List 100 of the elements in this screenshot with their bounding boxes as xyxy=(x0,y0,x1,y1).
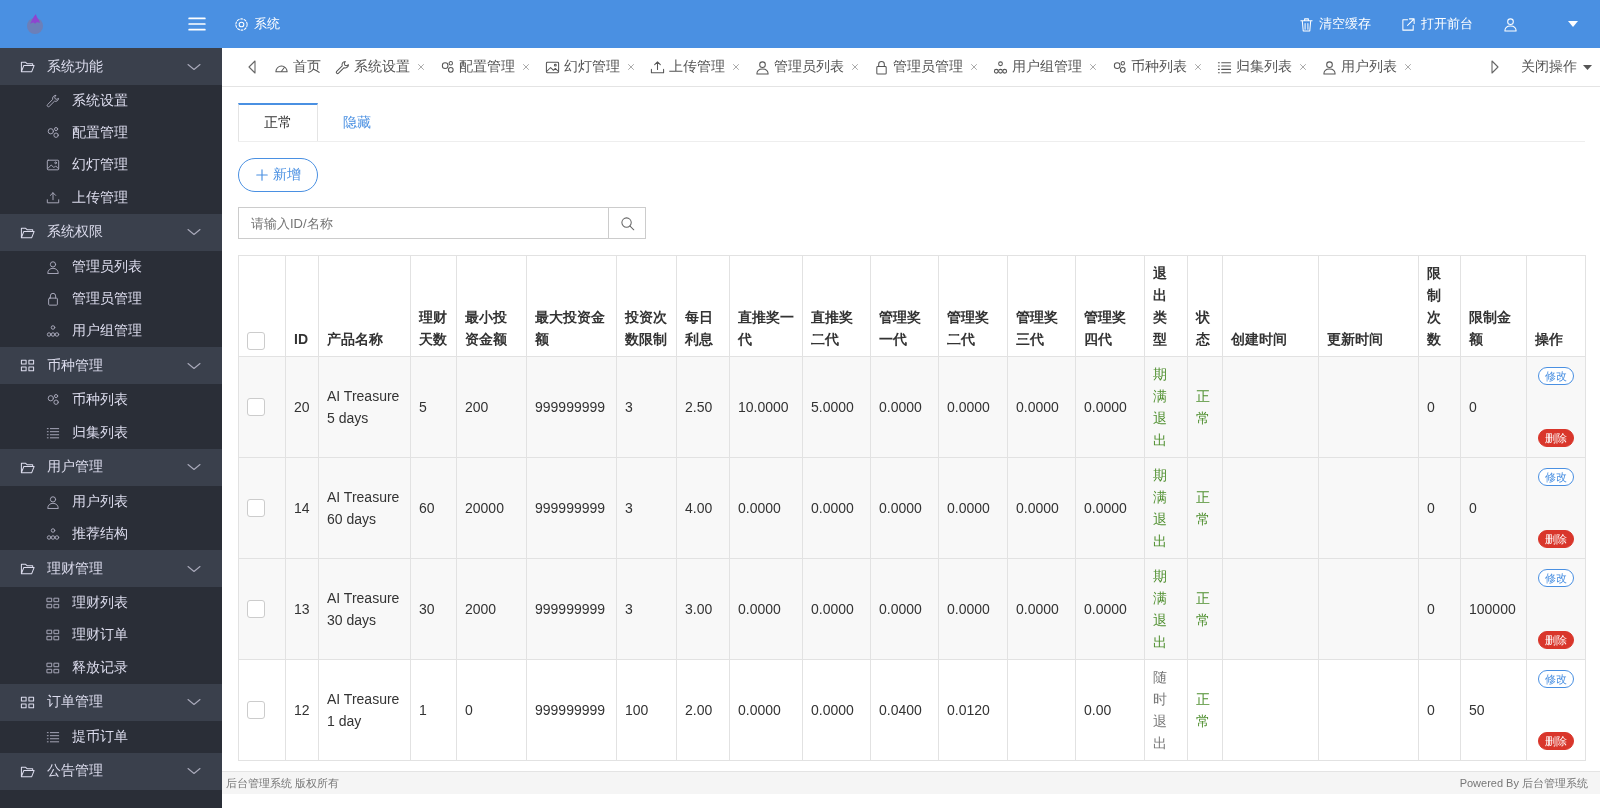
page-tab[interactable]: 系统设置 xyxy=(329,52,432,82)
delete-button[interactable]: 删除 xyxy=(1538,631,1574,649)
page-tab[interactable]: 管理员管理 xyxy=(868,52,985,82)
hierarchy-icon xyxy=(993,59,1008,75)
table-cell: 0.0000 xyxy=(947,399,990,415)
content-tab[interactable]: 正常 xyxy=(238,103,318,141)
exit-type: 期满退出 xyxy=(1153,568,1167,650)
sidebar-group[interactable]: 系统权限 xyxy=(0,213,222,251)
page-tab[interactable]: 首页 xyxy=(268,52,327,82)
add-button[interactable]: 新增 xyxy=(238,158,318,192)
column-header: 限制金额 xyxy=(1469,309,1511,347)
table-cell: 4.00 xyxy=(685,500,713,516)
column-header: 投资次数限制 xyxy=(625,309,667,347)
table-cell: 999999999 xyxy=(535,601,606,617)
table-cell: 3 xyxy=(625,601,633,617)
image-icon xyxy=(46,158,60,173)
close-menu[interactable]: 关闭操作 xyxy=(1511,58,1592,76)
close-icon[interactable] xyxy=(416,62,426,72)
sidebar-item[interactable]: 幻灯管理 xyxy=(0,149,222,182)
close-icon[interactable] xyxy=(1088,62,1098,72)
page-tab[interactable]: 上传管理 xyxy=(644,52,747,82)
grid-icon xyxy=(20,694,35,710)
column-header: 直推奖二代 xyxy=(811,309,853,347)
table-cell: 999999999 xyxy=(535,500,606,516)
close-icon[interactable] xyxy=(626,62,636,72)
close-icon[interactable] xyxy=(1193,62,1203,72)
content-tab[interactable]: 隐藏 xyxy=(318,103,396,141)
status-text: 正常 xyxy=(1196,590,1210,628)
sidebar-item[interactable]: 系统设置 xyxy=(0,85,222,118)
table-cell: 100000 xyxy=(1469,601,1516,617)
external-link-icon xyxy=(1401,16,1416,32)
delete-button[interactable]: 删除 xyxy=(1538,530,1574,548)
page-tab[interactable]: 管理员列表 xyxy=(749,52,866,82)
sidebar-item[interactable]: 配置管理 xyxy=(0,117,222,150)
table-cell: 2.00 xyxy=(685,702,713,718)
page-tab[interactable]: 归集列表 xyxy=(1211,52,1314,82)
checkbox[interactable] xyxy=(247,332,265,350)
page-tab[interactable]: 用户列表 xyxy=(1316,52,1419,82)
page-tab[interactable]: 用户组管理 xyxy=(987,52,1104,82)
close-icon[interactable] xyxy=(521,62,531,72)
sidebar-item[interactable]: 推荐结构 xyxy=(0,517,222,551)
user-icon xyxy=(1322,59,1337,75)
sidebar-group[interactable]: 用户管理 xyxy=(0,448,222,486)
table-cell: 60 xyxy=(419,500,435,516)
table-cell: 5 xyxy=(419,399,427,415)
checkbox[interactable] xyxy=(247,600,265,618)
close-icon[interactable] xyxy=(1403,62,1413,72)
checkbox[interactable] xyxy=(247,499,265,517)
sidebar-item[interactable]: 理财列表 xyxy=(0,587,222,620)
menu-icon[interactable] xyxy=(188,15,206,33)
table-cell: 0 xyxy=(1427,702,1435,718)
page-tab[interactable]: 币种列表 xyxy=(1106,52,1209,82)
sidebar-item[interactable]: 币种列表 xyxy=(0,384,222,417)
list-icon xyxy=(46,729,60,744)
list-icon xyxy=(1217,59,1232,75)
close-icon[interactable] xyxy=(850,62,860,72)
sidebar-group[interactable]: 币种管理 xyxy=(0,347,222,385)
page-tab[interactable]: 幻灯管理 xyxy=(539,52,642,82)
sidebar-item[interactable]: 用户组管理 xyxy=(0,315,222,348)
folder-icon xyxy=(20,561,35,577)
search-field[interactable]: 请输入ID/名称 xyxy=(238,207,608,239)
grid-icon xyxy=(46,596,60,611)
close-icon[interactable] xyxy=(1298,62,1308,72)
sidebar-item[interactable]: 释放记录 xyxy=(0,651,222,684)
column-header: 最小投资金额 xyxy=(465,309,507,347)
exit-type: 随时退出 xyxy=(1153,669,1167,751)
exit-type: 期满退出 xyxy=(1153,467,1167,549)
table-cell: 0 xyxy=(1469,399,1477,415)
close-icon[interactable] xyxy=(969,62,979,72)
table-cell: 20 xyxy=(294,399,310,415)
search-button[interactable] xyxy=(608,207,646,239)
page-tab[interactable]: 配置管理 xyxy=(434,52,537,82)
sidebar-group[interactable]: 订单管理 xyxy=(0,683,222,721)
column-header: 状态 xyxy=(1196,309,1210,347)
delete-button[interactable]: 删除 xyxy=(1538,429,1574,447)
close-icon[interactable] xyxy=(731,62,741,72)
sidebar-item[interactable]: 归集列表 xyxy=(0,416,222,449)
sidebar-group[interactable]: 系统功能 xyxy=(0,48,222,85)
column-header: 最大投资金额 xyxy=(535,309,605,347)
search-icon xyxy=(619,215,635,231)
column-header: 理财天数 xyxy=(419,309,447,347)
delete-button[interactable]: 删除 xyxy=(1538,732,1574,750)
sidebar-group[interactable]: 理财管理 xyxy=(0,550,222,588)
checkbox[interactable] xyxy=(247,398,265,416)
edit-button[interactable]: 修改 xyxy=(1538,367,1574,385)
checkbox[interactable] xyxy=(247,701,265,719)
edit-button[interactable]: 修改 xyxy=(1538,468,1574,486)
sidebar-group[interactable]: 公告管理 xyxy=(0,752,222,790)
sidebar-item[interactable]: 管理员列表 xyxy=(0,250,222,283)
table-cell: 0.0000 xyxy=(811,601,854,617)
edit-button[interactable]: 修改 xyxy=(1538,670,1574,688)
sidebar-item[interactable]: 提币订单 xyxy=(0,720,222,753)
sidebar-item[interactable]: 用户列表 xyxy=(0,485,222,518)
sidebar-item[interactable]: 理财订单 xyxy=(0,619,222,652)
sidebar-item[interactable]: 上传管理 xyxy=(0,181,222,214)
grid-icon xyxy=(46,660,60,675)
hierarchy-icon xyxy=(46,324,60,339)
sidebar-item[interactable]: 管理员管理 xyxy=(0,282,222,316)
edit-button[interactable]: 修改 xyxy=(1538,569,1574,587)
gears-icon xyxy=(46,126,60,141)
